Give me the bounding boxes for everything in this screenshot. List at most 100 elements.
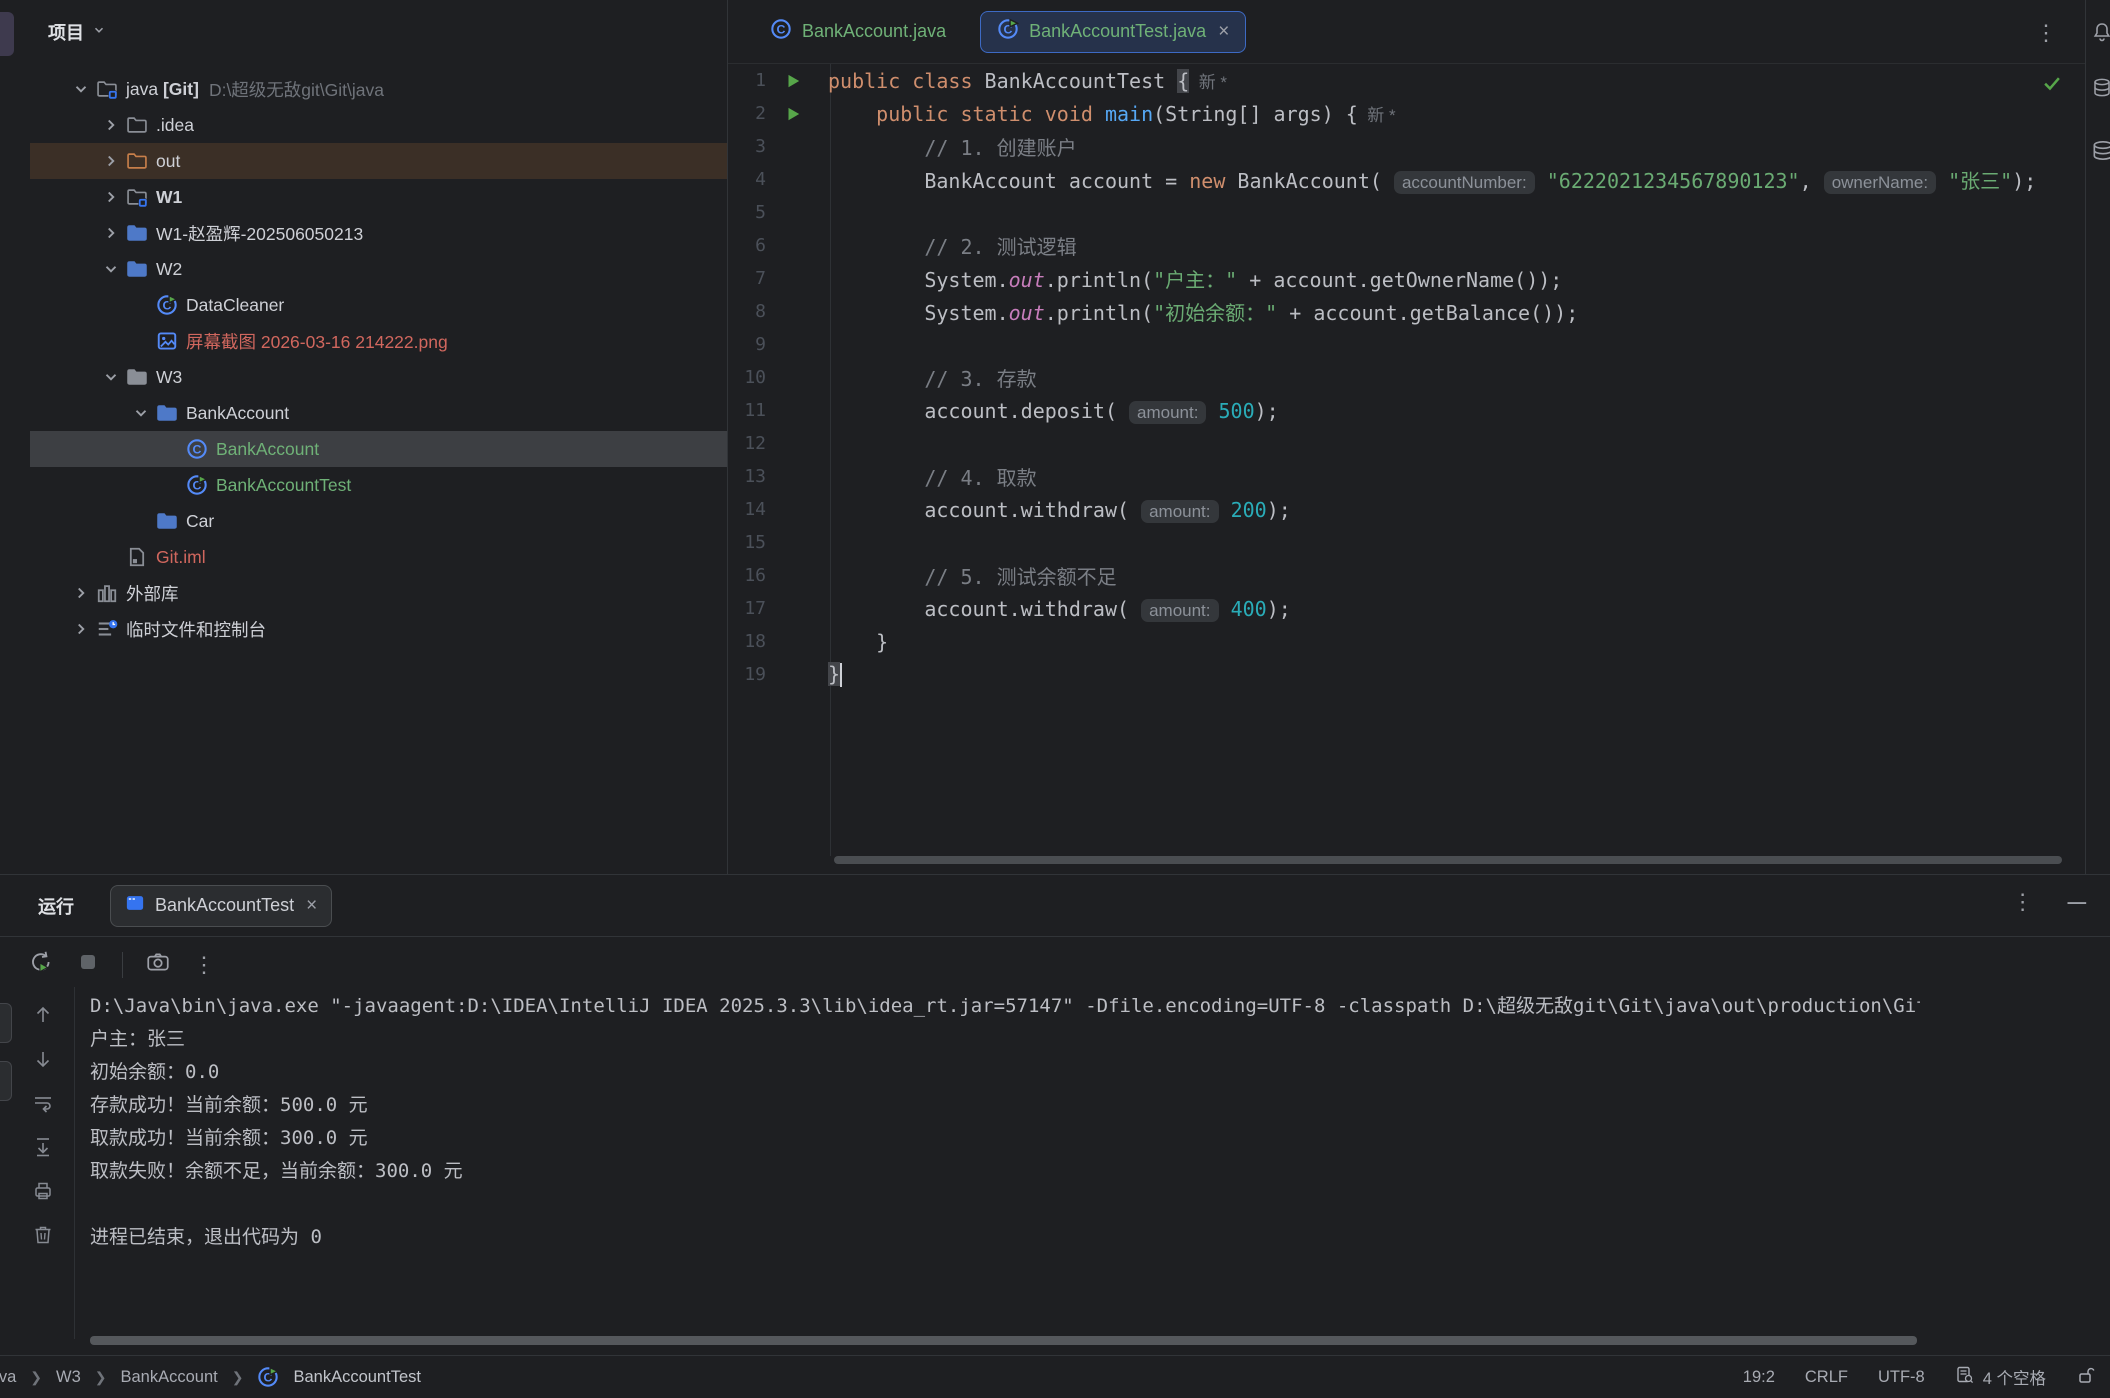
token-pl: + account.getOwnerName());	[1237, 268, 1562, 292]
file-encoding[interactable]: UTF-8	[1878, 1368, 1925, 1387]
code-line-16[interactable]: 16 // 5. 测试余额不足	[728, 559, 2085, 592]
code-line-7[interactable]: 7 System.out.println("户主：" + account.get…	[728, 262, 2085, 295]
code-line-13[interactable]: 13 // 4. 取款	[728, 460, 2085, 493]
console-output[interactable]: D:\Java\bin\java.exe "-javaagent:D:\IDEA…	[90, 990, 1920, 1340]
code-lines[interactable]: 1public class BankAccountTest { 新 *2 pub…	[728, 64, 2085, 691]
code-line-8[interactable]: 8 System.out.println("初始余额：" + account.g…	[728, 295, 2085, 328]
chevron-right-icon: ❯	[30, 1369, 42, 1386]
parameter-hint: amount:	[1129, 401, 1206, 424]
chevron-right-icon[interactable]	[96, 114, 126, 136]
code-line-14[interactable]: 14 account.withdraw( amount: 200);	[728, 493, 2085, 526]
code-line-1[interactable]: 1public class BankAccountTest { 新 *	[728, 64, 2085, 97]
breadcrumb-item-w3[interactable]: W3	[56, 1368, 81, 1387]
tree-row-w3[interactable]: W3	[30, 359, 727, 395]
tree-row-bankaccount[interactable]: CBankAccount	[30, 431, 727, 467]
notifications-bell-icon[interactable]	[2090, 20, 2110, 49]
tab-label: BankAccount.java	[802, 21, 946, 42]
svg-text:C: C	[777, 22, 786, 36]
parameter-hint: amount:	[1141, 500, 1218, 523]
indent-setting[interactable]: 4 个空格	[1955, 1365, 2046, 1390]
editor-horizontal-scrollbar[interactable]	[834, 856, 2062, 864]
editor-area[interactable]: C BankAccount.java C BankAccountTest.jav…	[728, 0, 2085, 874]
project-toolwindow-button[interactable]	[0, 12, 14, 56]
code-line-17[interactable]: 17 account.withdraw( amount: 400);	[728, 592, 2085, 625]
scratch-icon	[96, 618, 126, 640]
tree-row-java[interactable]: java [Git]D:\超级无敌git\Git\java	[30, 71, 727, 107]
code-line-6[interactable]: 6 // 2. 测试逻辑	[728, 229, 2085, 262]
tree-row-w1-202506050213[interactable]: W1-赵盈辉-202506050213	[30, 215, 727, 251]
tab-bankaccount-java[interactable]: C BankAccount.java	[754, 11, 962, 53]
code-line-15[interactable]: 15	[728, 526, 2085, 559]
chevron-down-icon	[92, 23, 106, 42]
chevron-down-icon[interactable]	[96, 366, 126, 388]
breadcrumb-item-bankaccounttest[interactable]: BankAccountTest	[293, 1368, 421, 1387]
tree-row-bankaccount[interactable]: BankAccount	[30, 395, 727, 431]
tree-row-datacleaner[interactable]: CDataCleaner	[30, 287, 727, 323]
console-horizontal-scrollbar[interactable]	[90, 1336, 1917, 1345]
chevron-down-icon[interactable]	[66, 78, 96, 100]
minimize-icon[interactable]: ─	[2068, 897, 2086, 907]
tree-row-car[interactable]: Car	[30, 503, 727, 539]
code-line-3[interactable]: 3 // 1. 创建账户	[728, 130, 2085, 163]
tree-row-git-iml[interactable]: Git.iml	[30, 539, 727, 575]
line-ending[interactable]: CRLF	[1805, 1368, 1848, 1387]
run-line-icon[interactable]	[776, 72, 820, 90]
run-tab-bankaccounttest[interactable]: BankAccountTest ×	[110, 885, 332, 927]
toolwindow-stripe-button[interactable]	[0, 1061, 12, 1101]
code-line-2[interactable]: 2 public static void main(String[] args)…	[728, 97, 2085, 130]
scroll-up-button[interactable]	[31, 1003, 55, 1032]
code-line-12[interactable]: 12	[728, 427, 2085, 460]
chevron-right-icon[interactable]	[96, 186, 126, 208]
scroll-to-end-button[interactable]	[31, 1135, 55, 1164]
tree-row-bankaccounttest[interactable]: CBankAccountTest	[30, 467, 727, 503]
code-line-11[interactable]: 11 account.deposit( amount: 500);	[728, 394, 2085, 427]
chevron-right-icon[interactable]	[96, 222, 126, 244]
chevron-down-icon[interactable]	[96, 258, 126, 280]
chevron-right-icon[interactable]	[96, 150, 126, 172]
tree-row--[interactable]: 临时文件和控制台	[30, 611, 727, 647]
database-icon[interactable]	[2090, 76, 2110, 105]
project-header-dropdown[interactable]: 项目	[38, 14, 116, 50]
tree-row--2026-03-16-214222-png[interactable]: 屏幕截图 2026-03-16 214222.png	[30, 323, 727, 359]
line-number: 6	[728, 235, 776, 256]
tree-row-w1[interactable]: W1	[30, 179, 727, 215]
code-line-9[interactable]: 9	[728, 328, 2085, 361]
soft-wrap-button[interactable]	[31, 1091, 55, 1120]
token-pl	[828, 102, 876, 126]
tab-bankaccounttest-java[interactable]: C BankAccountTest.java ×	[980, 11, 1246, 53]
kebab-menu-icon[interactable]: ⋮	[193, 952, 215, 978]
chevron-down-icon[interactable]	[126, 402, 156, 424]
folder-icon	[126, 258, 156, 280]
run-line-icon[interactable]	[776, 105, 820, 123]
screenshot-camera-button[interactable]	[145, 949, 171, 980]
stop-button[interactable]	[76, 950, 100, 979]
code-line-18[interactable]: 18 }	[728, 625, 2085, 658]
close-icon[interactable]: ×	[306, 896, 317, 915]
code-line-4[interactable]: 4 BankAccount account = new BankAccount(…	[728, 163, 2085, 196]
code-line-19[interactable]: 19}	[728, 658, 2085, 691]
tree-row-w2[interactable]: W2	[30, 251, 727, 287]
tree-row--idea[interactable]: .idea	[30, 107, 727, 143]
chevron-right-icon[interactable]	[66, 582, 96, 604]
toolwindow-stripe-button[interactable]	[0, 1003, 12, 1043]
layers-stack-icon[interactable]	[2090, 138, 2110, 169]
class-icon: C	[770, 18, 792, 45]
kebab-menu-icon[interactable]: ⋮	[2012, 889, 2034, 915]
code-line-5[interactable]: 5	[728, 196, 2085, 229]
close-icon[interactable]: ×	[1218, 22, 1229, 41]
kebab-menu-icon[interactable]: ⋮	[2035, 20, 2057, 46]
breadcrumb-item-java[interactable]: java	[0, 1368, 16, 1387]
tree-row--[interactable]: 外部库	[30, 575, 727, 611]
breadcrumb-item-bankaccount[interactable]: BankAccount	[121, 1368, 218, 1387]
line-number: 8	[728, 301, 776, 322]
code-line-10[interactable]: 10 // 3. 存款	[728, 361, 2085, 394]
scroll-down-button[interactable]	[31, 1047, 55, 1076]
unlocked-padlock-icon[interactable]	[2076, 1365, 2096, 1390]
caret-position[interactable]: 19:2	[1743, 1368, 1775, 1387]
rerun-button[interactable]	[28, 949, 54, 980]
clear-console-button[interactable]	[31, 1223, 55, 1252]
print-console-button[interactable]	[31, 1179, 55, 1208]
tree-row-out[interactable]: out	[30, 143, 727, 179]
code-text: }	[820, 662, 842, 688]
chevron-right-icon[interactable]	[66, 618, 96, 640]
